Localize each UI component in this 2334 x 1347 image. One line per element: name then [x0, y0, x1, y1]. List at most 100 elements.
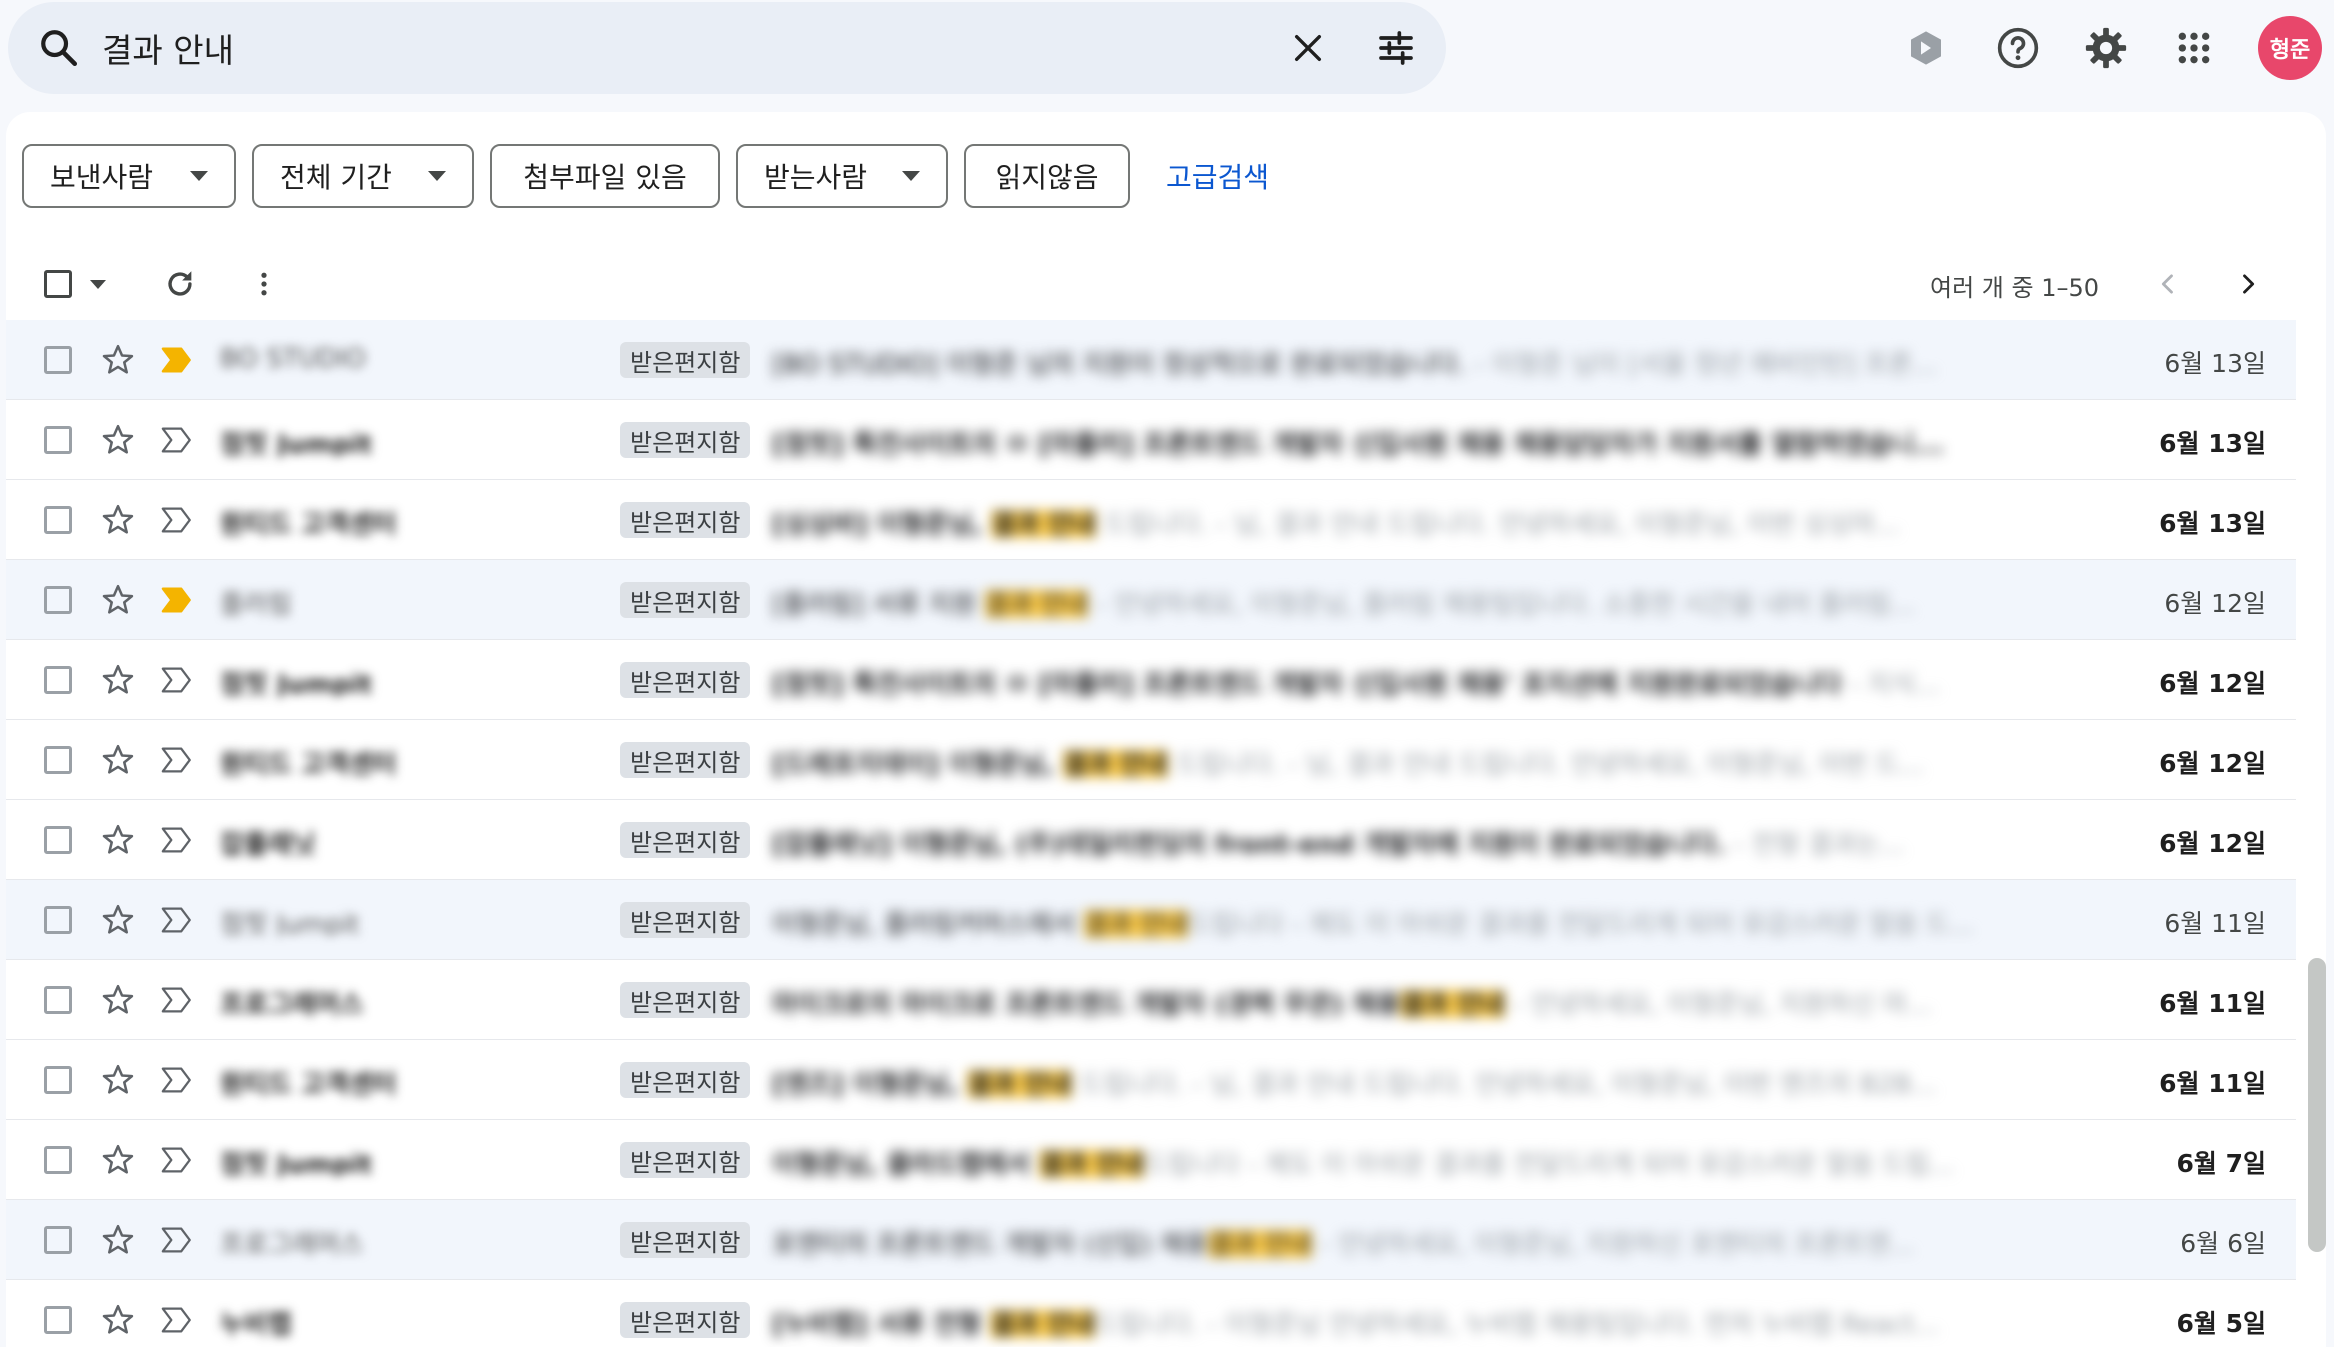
- email-subject-snippet: 마이크로의 마이크로 프론트엔드 개발자 (경력 무관) 채용결과 안내 - 안…: [772, 984, 2062, 1018]
- list-toolbar: 여러 개 중 1–50: [6, 248, 2326, 318]
- importance-marker-icon[interactable]: [160, 1144, 194, 1176]
- row-checkbox[interactable]: [44, 746, 72, 774]
- importance-marker-icon[interactable]: [160, 584, 194, 616]
- previous-page-button[interactable]: [2146, 262, 2190, 306]
- inbox-label: 받은편지함: [620, 902, 751, 938]
- email-row[interactable]: 플러림 받은편지함 [플러림] 서류 지원 결과 안내 - 안녕하세요, 이형준님,…: [6, 560, 2296, 640]
- row-checkbox[interactable]: [44, 1226, 72, 1254]
- filter-attachment-chip[interactable]: 첨부파일 있음: [490, 144, 720, 208]
- email-row[interactable]: 점핏 Jumpit 받은편지함 [점핏] 특전사이트의 ㅁ [마플러] 프론트엔드 …: [6, 400, 2296, 480]
- importance-marker-icon[interactable]: [160, 424, 194, 456]
- email-subject-snippet: 이형준님, 플러링커머스에서 결과 안내드립니다 - 제도 이 아쉬운 결과를 …: [772, 904, 2062, 938]
- advanced-search-link[interactable]: 고급검색: [1166, 156, 1269, 196]
- email-sender: 원티드 고객센터: [220, 510, 397, 536]
- settings-button[interactable]: [2078, 20, 2134, 76]
- apps-button[interactable]: [2166, 20, 2222, 76]
- email-row[interactable]: 원티드 고객센터 받은편지함 [싱싱바] 이형준님, 결과 안내 드립니다. - 님…: [6, 480, 2296, 560]
- caret-down-icon: [190, 171, 208, 181]
- row-checkbox[interactable]: [44, 426, 72, 454]
- star-icon[interactable]: [100, 342, 136, 378]
- star-icon[interactable]: [100, 982, 136, 1018]
- email-row[interactable]: 원티드 고객센터 받은편지함 [드레포지데이] 이형준님, 결과 안내 드립니다. …: [6, 720, 2296, 800]
- row-checkbox[interactable]: [44, 826, 72, 854]
- email-sender: 점핏 Jumpit: [220, 910, 360, 936]
- star-icon[interactable]: [100, 1222, 136, 1258]
- row-checkbox[interactable]: [44, 586, 72, 614]
- importance-marker-icon[interactable]: [160, 824, 194, 856]
- star-icon[interactable]: [100, 582, 136, 618]
- star-icon[interactable]: [100, 1142, 136, 1178]
- row-checkbox[interactable]: [44, 906, 72, 934]
- refresh-button[interactable]: [158, 262, 202, 306]
- email-row[interactable]: BO STUDIO 받은편지함 [BO STUDIO] 이형준 님의 지원이 정상적…: [6, 320, 2296, 400]
- email-date: 6월 11일: [2159, 989, 2266, 1018]
- search-icon[interactable]: [38, 27, 80, 69]
- search-options-button[interactable]: [1372, 24, 1420, 72]
- clear-search-button[interactable]: [1284, 24, 1332, 72]
- importance-marker-icon[interactable]: [160, 504, 194, 536]
- row-checkbox[interactable]: [44, 986, 72, 1014]
- next-page-button[interactable]: [2226, 262, 2270, 306]
- email-row[interactable]: 점핏 Jumpit 받은편지함 [점핏] 특전사이트의 ㅁ [마플러] 프론트엔드 …: [6, 640, 2296, 720]
- email-row[interactable]: 프로그래머스 받은편지함 마이크로의 마이크로 프론트엔드 개발자 (경력 무관) …: [6, 960, 2296, 1040]
- select-all-checkbox[interactable]: [44, 270, 72, 298]
- row-checkbox[interactable]: [44, 1066, 72, 1094]
- importance-marker-icon[interactable]: [160, 1064, 194, 1096]
- star-icon[interactable]: [100, 422, 136, 458]
- star-icon[interactable]: [100, 902, 136, 938]
- email-date: 6월 11일: [2164, 909, 2266, 938]
- email-row[interactable]: 잡플래닛 받은편지함 [잡플래닛] 이형준님, (주)데일리펀딩의 front-en…: [6, 800, 2296, 880]
- gemini-button[interactable]: [1898, 20, 1954, 76]
- email-row[interactable]: 프로그래머스 받은편지함 포엔티의 프론트엔드 개발자 (신입) 채용결과 안내 -…: [6, 1200, 2296, 1280]
- star-icon[interactable]: [100, 822, 136, 858]
- importance-marker-icon[interactable]: [160, 744, 194, 776]
- email-preview: - 지식...: [1841, 670, 1941, 698]
- scrollbar[interactable]: [2308, 958, 2326, 1252]
- close-icon: [1294, 34, 1322, 62]
- email-subject: [플러림] 서류 지원: [772, 590, 985, 618]
- star-icon[interactable]: [100, 1302, 136, 1338]
- filter-attachment-label: 첨부파일 있음: [523, 161, 687, 194]
- filter-period-label: 전체 기간: [280, 161, 392, 194]
- caret-down-icon: [428, 171, 446, 181]
- star-icon[interactable]: [100, 1062, 136, 1098]
- email-preview: 드립니다 - 제도 이 아쉬운 결과를 전달드리게 되어 유감스러운 말씀 드.…: [1187, 910, 1975, 938]
- star-icon[interactable]: [100, 662, 136, 698]
- avatar[interactable]: 형준: [2258, 16, 2322, 80]
- row-checkbox[interactable]: [44, 666, 72, 694]
- importance-marker-icon[interactable]: [160, 1224, 194, 1256]
- row-checkbox[interactable]: [44, 346, 72, 374]
- select-options-caret-icon[interactable]: [90, 280, 106, 289]
- search-highlight: 결과 안내: [967, 1070, 1073, 1098]
- email-row[interactable]: 누비랩 받은편지함 [누비랩] 서류 전형 결과 안내드립니다. - 이형준님 안녕…: [6, 1280, 2296, 1347]
- importance-marker-icon[interactable]: [160, 984, 194, 1016]
- email-subject: [점핏] 특전사이트의 ㅁ [마플러] 프론트엔드 개발자 신입사원 채용' 포…: [772, 670, 1842, 698]
- star-icon[interactable]: [100, 742, 136, 778]
- importance-marker-icon[interactable]: [160, 344, 194, 376]
- search-input[interactable]: [102, 18, 1252, 78]
- row-checkbox[interactable]: [44, 1306, 72, 1334]
- email-sender: 원티드 고객센터: [220, 750, 397, 776]
- filter-sender-chip[interactable]: 보낸사람: [22, 144, 236, 208]
- more-options-button[interactable]: [242, 262, 286, 306]
- email-row[interactable]: 원티드 고객센터 받은편지함 [엔즈] 이형준님, 결과 안내 드립니다. - 님,…: [6, 1040, 2296, 1120]
- search-bar[interactable]: [8, 2, 1446, 94]
- filter-unread-chip[interactable]: 읽지않음: [964, 144, 1130, 208]
- importance-marker-icon[interactable]: [160, 1304, 194, 1336]
- pagination-range: 여러 개 중 1–50: [1930, 274, 2100, 302]
- email-subject-snippet: [엔즈] 이형준님, 결과 안내 드립니다. - 님, 결과 안내 드립니다. …: [772, 1064, 2062, 1098]
- row-checkbox[interactable]: [44, 1146, 72, 1174]
- importance-marker-icon[interactable]: [160, 904, 194, 936]
- filter-recipient-chip[interactable]: 받는사람: [736, 144, 948, 208]
- row-checkbox[interactable]: [44, 506, 72, 534]
- star-icon[interactable]: [100, 502, 136, 538]
- email-preview: - 이형준 님이 [서울 청년 예비인턴] 프론...: [1465, 350, 1938, 378]
- filter-recipient-label: 받는사람: [764, 161, 868, 194]
- importance-marker-icon[interactable]: [160, 664, 194, 696]
- caret-down-icon: [902, 171, 920, 181]
- email-row[interactable]: 점핏 Jumpit 받은편지함 이형준님, 클라드랩에서 결과 안내드립니다 - 제…: [6, 1120, 2296, 1200]
- help-button[interactable]: [1990, 20, 2046, 76]
- email-row[interactable]: 점핏 Jumpit 받은편지함 이형준님, 플러링커머스에서 결과 안내드립니다 -…: [6, 880, 2296, 960]
- filter-period-chip[interactable]: 전체 기간: [252, 144, 474, 208]
- email-preview: - 안녕하세요, 이형준님, 플러림 채용팀입니다. 소중한 시간을 내어 플러…: [1088, 590, 1916, 618]
